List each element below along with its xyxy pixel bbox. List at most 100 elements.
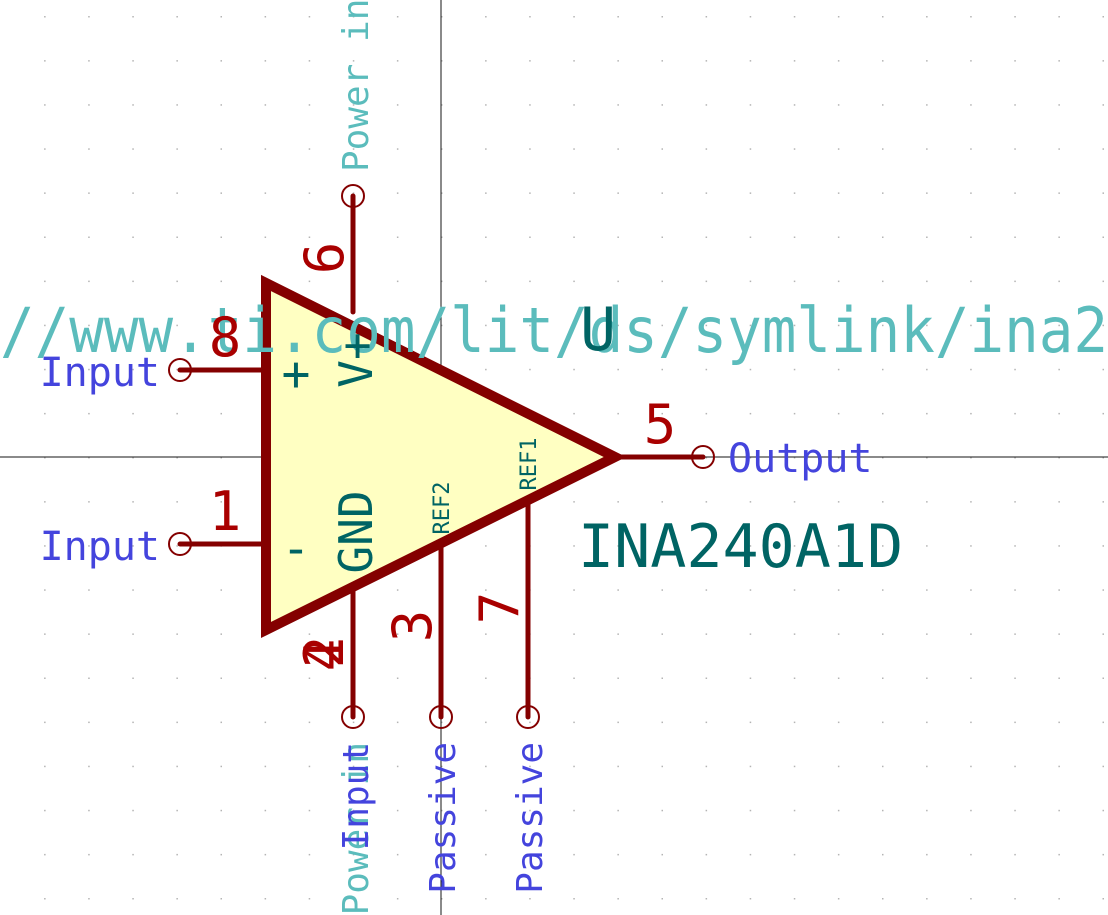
grid-dot <box>485 545 487 547</box>
grid-dot <box>132 412 134 415</box>
grid-dot <box>132 16 134 18</box>
grid-dot <box>882 60 884 62</box>
grid-dot <box>132 280 134 283</box>
grid-dot <box>837 60 840 62</box>
grid-dot <box>1014 236 1016 238</box>
grid-dot <box>705 898 708 900</box>
grid-dot <box>44 280 46 283</box>
grid-dot <box>264 148 267 150</box>
grid-dot <box>132 677 134 679</box>
grid-dot <box>837 765 840 768</box>
grid-dot <box>749 765 752 768</box>
grid-dot <box>749 280 752 283</box>
grid-dot <box>1014 280 1016 283</box>
grid-dot <box>220 809 222 812</box>
grid-dot <box>882 236 884 238</box>
grid-dot <box>44 192 46 194</box>
grid-dot <box>661 677 663 679</box>
grid-dot <box>485 677 487 679</box>
grid-dot <box>837 677 840 679</box>
grid-dot <box>44 809 46 812</box>
grid-dot <box>1058 104 1060 106</box>
grid-dot <box>176 633 178 635</box>
grid-dot <box>220 192 222 194</box>
grid-dot <box>617 721 619 724</box>
grid-dot <box>573 633 575 635</box>
grid-dot <box>485 898 487 900</box>
grid-dot <box>44 104 46 106</box>
grid-dot <box>88 280 90 283</box>
grid-dot <box>1102 16 1104 18</box>
grid-dot <box>132 501 134 503</box>
grid-dot <box>396 809 399 812</box>
grid-dot <box>1102 236 1104 238</box>
grid-dot <box>1058 633 1060 635</box>
grid-dot <box>1014 677 1016 679</box>
grid-dot <box>705 148 708 150</box>
grid-dot <box>220 853 222 856</box>
grid-dot <box>882 148 884 150</box>
grid-dot <box>1014 809 1016 812</box>
grid-dot <box>882 16 884 18</box>
pin-6-type: Power in <box>336 0 377 172</box>
grid-dot <box>661 765 663 768</box>
grid-dot <box>970 148 972 150</box>
grid-dot <box>882 589 884 591</box>
schematic-canvas[interactable]: //www.ti.com/lit/ds/symlink/ina2 U INA24… <box>0 0 1108 915</box>
grid-dot <box>308 765 311 768</box>
grid-dot <box>705 765 708 768</box>
pin-3-number: 3 <box>381 610 444 643</box>
reference-designator[interactable]: U <box>580 295 616 365</box>
grid-dot <box>132 853 134 856</box>
grid-dot <box>1014 633 1016 635</box>
grid-dot <box>220 104 222 106</box>
grid-dot <box>617 368 619 371</box>
grid-dot <box>529 192 531 194</box>
grid-dot <box>176 148 178 150</box>
grid-dot <box>926 412 928 415</box>
grid-dot <box>352 721 355 724</box>
grid-dot <box>1058 280 1060 283</box>
grid-dot <box>220 280 222 283</box>
grid-dot <box>220 633 222 635</box>
grid-dot <box>1058 368 1060 371</box>
grid-dot <box>926 633 928 635</box>
grid-dot <box>1058 236 1060 238</box>
grid-dot <box>308 236 311 238</box>
grid-dot <box>396 148 399 150</box>
grid-dot <box>573 677 575 679</box>
grid-dot <box>617 898 619 900</box>
grid-dot <box>88 765 90 768</box>
grid-dot <box>926 898 928 900</box>
grid-dot <box>617 765 619 768</box>
grid-dot <box>176 60 178 62</box>
grid-dot <box>617 280 619 283</box>
grid-dot <box>132 148 134 150</box>
grid-dot <box>308 16 311 18</box>
pin-8-type: Input <box>40 350 160 396</box>
pin-4-name: GND <box>329 490 383 573</box>
grid-dot <box>793 501 796 503</box>
grid-dot <box>176 412 178 415</box>
grid-dot <box>308 148 311 150</box>
grid-dot <box>705 677 708 679</box>
grid-dot <box>44 721 46 724</box>
grid-dot <box>264 809 267 812</box>
grid-dot <box>485 280 487 283</box>
grid-dot <box>573 148 575 150</box>
grid-dot <box>705 853 708 856</box>
grid-dot <box>132 633 134 635</box>
grid-dot <box>1102 368 1104 371</box>
grid-dot <box>176 677 178 679</box>
value-field[interactable]: INA240A1D <box>578 512 903 582</box>
grid-dot <box>970 809 972 812</box>
grid-dot <box>88 589 90 591</box>
grid-dot <box>88 721 90 724</box>
grid-dot <box>1058 765 1060 768</box>
grid-dot <box>793 148 796 150</box>
grid-dot <box>573 589 575 591</box>
grid-dot <box>749 104 752 106</box>
grid-dot <box>837 898 840 900</box>
grid-dot <box>793 809 796 812</box>
grid-dot <box>573 280 575 283</box>
